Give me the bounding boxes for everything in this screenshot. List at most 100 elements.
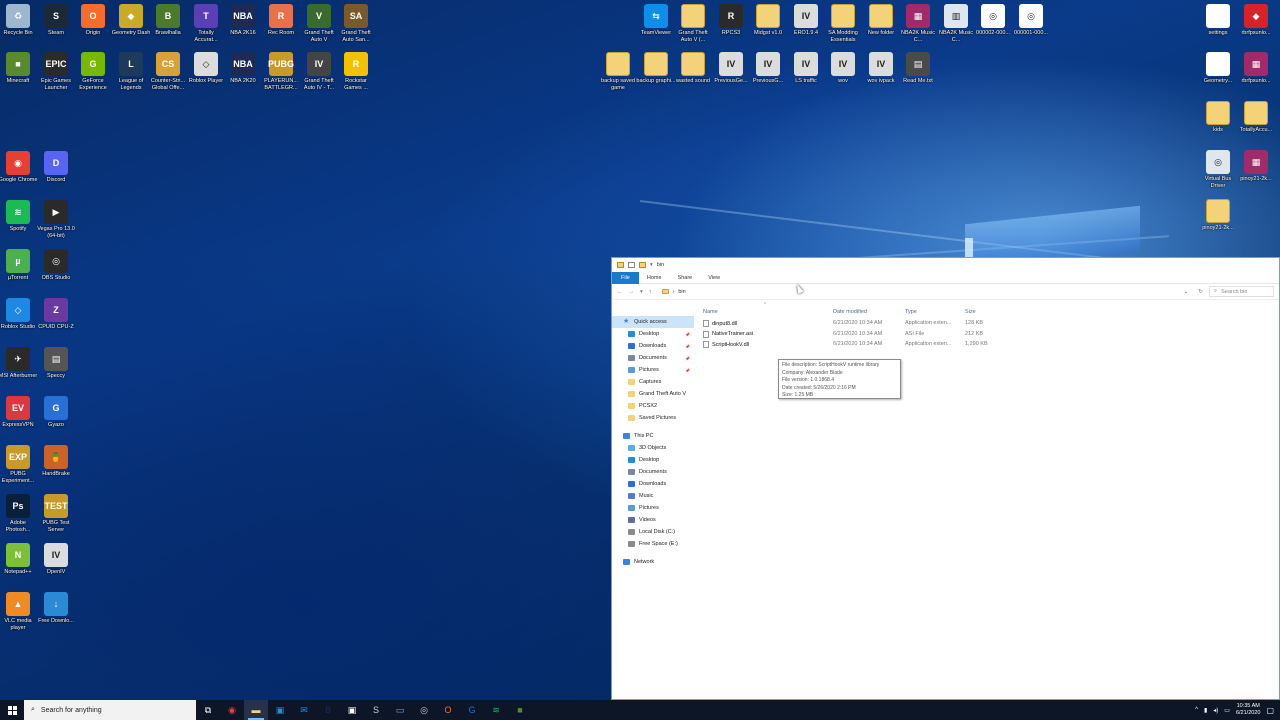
desktop-icon[interactable]: backup graphi... (636, 52, 676, 85)
address-bar[interactable]: › bin ⌄ (657, 286, 1193, 297)
desktop-icon[interactable]: settings (1198, 4, 1238, 37)
desktop-icon[interactable]: EXP PUBG Experiment... (0, 445, 38, 484)
desktop-icon[interactable]: Geometry... (1198, 52, 1238, 85)
nav-item[interactable]: Saved Pictures (612, 412, 694, 424)
desktop-icon[interactable]: ✈ MSI Afterburner (0, 347, 38, 380)
desktop-icon[interactable]: ◇ Roblox Player (186, 52, 226, 85)
title-bar[interactable]: ▾ bin (612, 258, 1279, 272)
desktop-icon[interactable]: T Totally Accurat... (186, 4, 226, 43)
network-icon[interactable]: ▮ (1204, 707, 1207, 714)
desktop-icon[interactable]: ▦ pinoy21-2k... (1236, 150, 1276, 183)
nav-item[interactable]: PCSX2 (612, 400, 694, 412)
column-date-modified[interactable]: Date modified (833, 309, 867, 315)
nav-item[interactable]: Pictures 📌 (612, 364, 694, 376)
desktop-icon[interactable]: ▤ Speccy (36, 347, 76, 380)
desktop-icon[interactable]: N Notepad++ (0, 543, 38, 576)
desktop-icon[interactable]: ◆ Geometry Dash (111, 4, 151, 37)
pin-icon[interactable]: 📌 (685, 344, 690, 349)
desktop-icon[interactable]: ▲ VLC media player (0, 592, 38, 631)
mail-taskbar-button[interactable]: ✉ (292, 700, 316, 720)
show-hidden-icons-icon[interactable]: ^ (1195, 707, 1198, 713)
desktop-icon[interactable]: EV ExpressVPN (0, 396, 38, 429)
desktop-icon[interactable]: µ µTorrent (0, 249, 38, 282)
back-arrow-icon[interactable]: ← (617, 289, 623, 295)
nav-item[interactable]: Documents (612, 466, 694, 478)
nav-item[interactable]: Captures (612, 376, 694, 388)
origin-taskbar-button[interactable]: O (436, 700, 460, 720)
desktop-icon[interactable]: pinoy21-2k... (1198, 199, 1238, 232)
desktop-icon[interactable]: EPIC Epic Games Launcher (36, 52, 76, 91)
desktop-icon[interactable]: 🍍 HandBrake (36, 445, 76, 478)
nav-item[interactable]: Music (612, 490, 694, 502)
desktop-icon[interactable]: ◆ rbrfpsunlo... (1236, 4, 1276, 37)
desktop-icon[interactable]: IV OpenIV (36, 543, 76, 576)
desktop-icon[interactable]: ▤ Read Me.txt (898, 52, 938, 85)
gyazo-taskbar-button[interactable]: G (460, 700, 484, 720)
column-size[interactable]: Size (965, 309, 976, 315)
desktop-icon[interactable]: ◎ Virtual Bus Driver (1198, 150, 1238, 189)
desktop-icon[interactable]: ◎ OBS Studio (36, 249, 76, 282)
desktop-icon[interactable]: G Gyazo (36, 396, 76, 429)
nav-item[interactable]: Network (612, 556, 694, 568)
nav-item[interactable]: This PC (612, 430, 694, 442)
desktop-icon[interactable]: R Rec Room (261, 4, 301, 37)
desktop-icon[interactable]: ▦ NBA2K Music C... (898, 4, 938, 43)
steam-taskbar-button[interactable]: S (364, 700, 388, 720)
volume-icon[interactable]: ◂) (1213, 707, 1218, 714)
quick-access-dropdown-icon[interactable]: ▾ (650, 262, 653, 268)
desktop-icon[interactable]: L League of Legends (111, 52, 151, 91)
file-row[interactable]: dinput8.dll 6/21/2020 10:34 AM Application… (700, 319, 1279, 330)
nav-item[interactable]: Grand Theft Auto V (612, 388, 694, 400)
desktop-icon[interactable]: New folder (861, 4, 901, 37)
search-input[interactable]: ⌕ Search bin (1209, 286, 1274, 297)
tab-view[interactable]: View (700, 272, 728, 284)
desktop-icon[interactable]: O Origin (73, 4, 113, 37)
desktop-icon[interactable]: NBA NBA 2K16 (223, 4, 263, 37)
minecraft-taskbar-button[interactable]: ■ (508, 700, 532, 720)
address-dropdown-icon[interactable]: ⌄ (1184, 289, 1192, 295)
file-row[interactable]: NativeTrainer.asi 6/21/2020 10:34 AM ASI F… (700, 330, 1279, 341)
desktop-icon[interactable]: ▦ rbrfpsunlo... (1236, 52, 1276, 85)
desktop-icon[interactable]: kids (1198, 101, 1238, 134)
nav-item[interactable]: Desktop (612, 454, 694, 466)
desktop-icon[interactable]: R RPCS3 (711, 4, 751, 37)
desktop-icon[interactable]: B Brawlhalla (148, 4, 188, 37)
pin-icon[interactable]: 📌 (685, 368, 690, 373)
desktop-icon[interactable]: ◉ Google Chrome (0, 151, 38, 184)
obs-like-taskbar-button[interactable]: ▣ (340, 700, 364, 720)
desktop-icon[interactable]: ⇆ TeamViewer (636, 4, 676, 37)
spotify-taskbar-button[interactable]: ≋ (484, 700, 508, 720)
desktop-icon[interactable]: PUBG PLAYERUN... BATTLEGR... (261, 52, 301, 91)
clock[interactable]: 10:35 AM 6/21/2020 (1236, 703, 1260, 717)
nba2k-taskbar-button[interactable]: B (316, 700, 340, 720)
up-arrow-icon[interactable]: ↑ (649, 289, 652, 295)
desktop-icon[interactable]: R Rockstar Games ... (336, 52, 376, 91)
file-row[interactable]: ScriptHookV.dll 6/21/2020 10:34 AM Applica… (700, 340, 1279, 351)
nav-item[interactable]: Videos (612, 514, 694, 526)
desktop-icon[interactable]: TEST PUBG Test Server (36, 494, 76, 533)
desktop-icon[interactable]: IV Grand Theft Auto IV - T... (299, 52, 339, 91)
taskbar-search-box[interactable]: ⌕ Search for anything (24, 700, 196, 720)
task-view-taskbar-button[interactable]: ⧉ (196, 700, 220, 720)
file-explorer-taskbar-button[interactable]: ▬ (244, 700, 268, 720)
desktop-icon[interactable]: CS Counter-Stri... Global Offe... (148, 52, 188, 91)
nav-item[interactable]: Free Space (E:) (612, 538, 694, 550)
desktop-icon[interactable]: ≋ Spotify (0, 200, 38, 233)
desktop-icon[interactable]: ▥ NBA2K Music C... (936, 4, 976, 43)
forward-arrow-icon[interactable]: → (629, 289, 635, 295)
desktop-icon[interactable]: ↓ Free Downlo... (36, 592, 76, 625)
desktop-icon[interactable]: IV wov (823, 52, 863, 85)
nav-item[interactable]: Downloads (612, 478, 694, 490)
pin-icon[interactable]: 📌 (685, 356, 690, 361)
new-folder-icon[interactable] (639, 262, 646, 268)
chrome-taskbar-button[interactable]: ◉ (220, 700, 244, 720)
desktop-icon[interactable]: wasted sound (673, 52, 713, 85)
desktop-icon[interactable]: backup saved game (598, 52, 638, 91)
desktop-icon[interactable]: ▶ Vegas Pro 13.0 (64-bit) (36, 200, 76, 239)
column-name[interactable]: Name (703, 309, 718, 315)
obs-taskbar-button[interactable]: ◎ (412, 700, 436, 720)
desktop-icon[interactable]: NBA NBA 2K20 (223, 52, 263, 85)
start-button[interactable] (0, 700, 24, 720)
desktop-icon[interactable]: Grand Theft Auto V (... (673, 4, 713, 43)
nav-item[interactable]: Documents 📌 (612, 352, 694, 364)
